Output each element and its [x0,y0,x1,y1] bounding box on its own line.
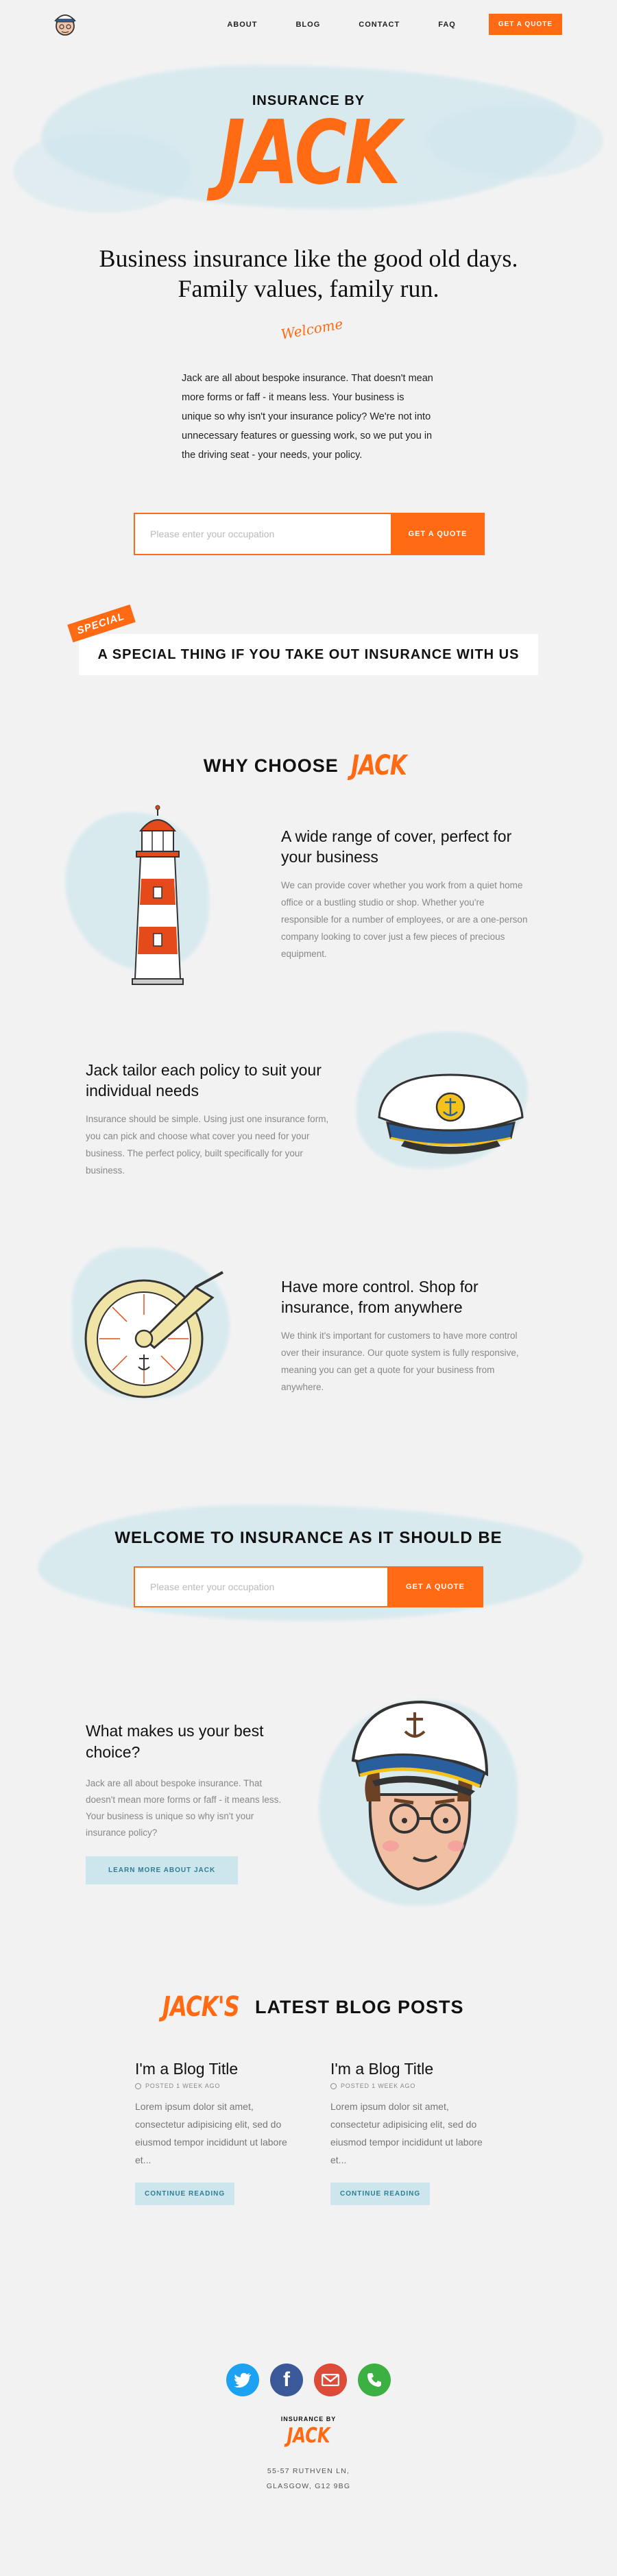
facebook-icon[interactable]: f [270,2364,303,2396]
why-title-text: WHY CHOOSE [203,755,339,776]
why-choose-title: WHY CHOOSE JACK [0,750,617,781]
hero-intro: Jack are all about bespoke insurance. Th… [182,373,433,461]
hero-big-title: JACK [218,102,401,204]
nav-about[interactable]: ABOUT [227,21,257,29]
blog-title-text: LATEST BLOG POSTS [255,1997,464,2017]
occupation-input[interactable] [134,513,391,555]
feature-tailor-body: Insurance should be simple. Using just o… [86,1114,329,1176]
address-line-1: 55-57 RUTHVEN LN, [267,2467,350,2475]
blog-post-meta: POSTED 1 WEEK AGO [135,2082,300,2089]
blog-title-accent: JACK'S [162,1991,240,2023]
occupation-input-2[interactable] [134,1566,387,1607]
feature-control: Have more control. Shop for insurance, f… [281,1276,531,1396]
nav-faq[interactable]: FAQ [438,21,456,29]
feature-control-body: We think it's important for customers to… [281,1330,519,1392]
header-quote-button[interactable]: GET A QUOTE [488,14,562,35]
continue-reading-button[interactable]: CONTINUE READING [135,2183,235,2205]
blog-post-meta: POSTED 1 WEEK AGO [330,2082,495,2089]
clock-icon [330,2082,337,2089]
page: ABOUT BLOG CONTACT FAQ GET A QUOTE INSUR… [0,0,617,2576]
learn-more-button[interactable]: LEARN MORE ABOUT JACK [86,1856,239,1884]
welcome-script: Welcome [279,315,344,343]
welcome-quote-form: GET A QUOTE [134,1566,483,1607]
captain-hat-icon [378,1073,524,1154]
nav-contact[interactable]: CONTACT [359,21,400,29]
tagline-line-1: Business insurance like the good old day… [99,245,518,272]
blog-section-title: JACK'S LATEST BLOG POSTS [0,1991,617,2023]
clock-icon [135,2082,141,2089]
captain-logo-icon[interactable] [52,8,78,38]
best-choice-section: What makes us your best choice? Jack are… [86,1721,285,1884]
why-title-accent: JACK [351,750,407,781]
blog-post-date: POSTED 1 WEEK AGO [145,2082,221,2089]
hero-tagline: Business insurance like the good old day… [0,243,617,304]
hero-quote-button[interactable]: GET A QUOTE [391,513,485,555]
address-line-2: GLASGOW, G12 9BG [266,2482,351,2490]
feature-tailor: Jack tailor each policy to suit your ind… [86,1060,336,1179]
phone-icon[interactable] [358,2364,391,2396]
mail-icon[interactable] [314,2364,347,2396]
blog-card: I'm a Blog Title POSTED 1 WEEK AGO Lorem… [330,2060,495,2205]
feature-range-body: We can provide cover whether you work fr… [281,880,528,959]
footer-logo[interactable]: JACK [62,2424,555,2448]
feature-tailor-title: Jack tailor each policy to suit your ind… [86,1061,322,1099]
continue-reading-button[interactable]: CONTINUE READING [330,2183,431,2205]
feature-range-title: A wide range of cover, perfect for your … [281,827,512,866]
best-choice-title: What makes us your best choice? [86,1722,264,1761]
feature-range: A wide range of cover, perfect for your … [281,826,531,962]
compass-icon [84,1271,223,1398]
site-header: ABOUT BLOG CONTACT FAQ GET A QUOTE [0,0,617,48]
feature-control-title: Have more control. Shop for insurance, f… [281,1278,479,1316]
best-choice-body: Jack are all about bespoke insurance. Th… [86,1778,282,1838]
blog-post-excerpt: Lorem ipsum dolor sit amet, consectetur … [330,2101,483,2165]
nav-blog[interactable]: BLOG [295,21,320,29]
welcome-section-title: WELCOME TO INSURANCE AS IT SHOULD BE [114,1529,503,1547]
social-links: f [221,2364,396,2396]
blog-card: I'm a Blog Title POSTED 1 WEEK AGO Lorem… [135,2060,300,2205]
welcome-quote-button[interactable]: GET A QUOTE [387,1566,483,1607]
footer-address: 55-57 RUTHVEN LN, GLASGOW, G12 9BG [0,2464,617,2494]
blog-post-excerpt: Lorem ipsum dolor sit amet, consectetur … [135,2101,287,2165]
blog-post-title[interactable]: I'm a Blog Title [135,2060,300,2078]
special-banner[interactable]: A SPECIAL THING IF YOU TAKE OUT INSURANC… [79,634,538,675]
blog-post-date: POSTED 1 WEEK AGO [341,2082,416,2089]
captain-jack-icon [351,1700,489,1891]
hero-quote-form: GET A QUOTE [134,513,485,555]
lighthouse-icon [132,805,184,985]
tagline-line-2: Family values, family run. [178,275,439,302]
main-nav: ABOUT BLOG CONTACT FAQ GET A QUOTE [189,14,562,35]
blog-post-title[interactable]: I'm a Blog Title [330,2060,495,2078]
twitter-icon[interactable] [226,2364,259,2396]
footer-small-title: INSURANCE BY [280,2416,337,2422]
